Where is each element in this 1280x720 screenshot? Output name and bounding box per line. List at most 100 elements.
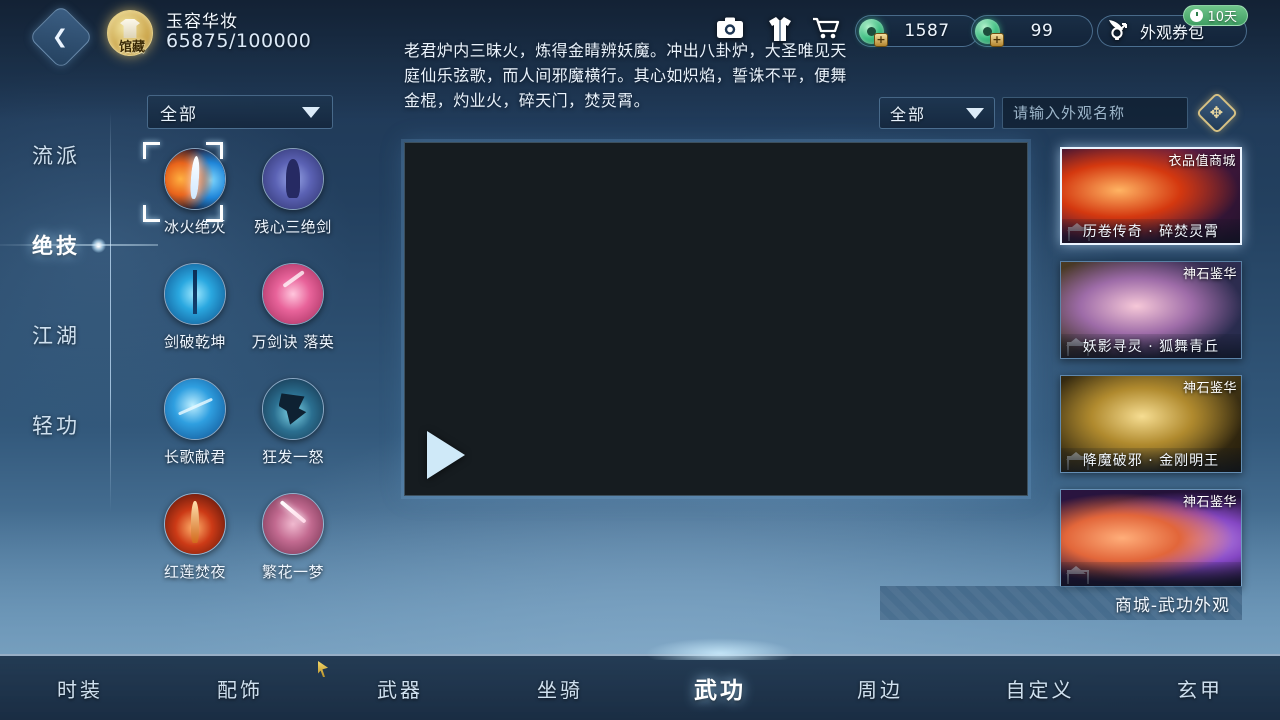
tab-label: 周边 [857, 677, 903, 702]
back-button[interactable]: ❮ [28, 4, 94, 70]
shop-card[interactable]: 神石鉴华 妖影寻灵 · 狐舞青丘 [1060, 261, 1242, 359]
skill-item[interactable]: 剑破乾坤 [147, 263, 243, 352]
currency-jade[interactable]: + 1587 [855, 15, 979, 47]
cart-icon[interactable] [812, 16, 840, 44]
shop-card[interactable]: 神石鉴华 [1060, 489, 1242, 587]
tab-label: 自定义 [1005, 677, 1075, 702]
jade-token-icon: + [975, 18, 1004, 47]
search-box[interactable] [1002, 97, 1188, 129]
shop-banner: 商城-武功外观 [880, 586, 1242, 620]
skill-label: 长歌献君 [163, 448, 226, 466]
camera-icon[interactable] [716, 16, 744, 44]
skill-label: 狂发一怒 [261, 448, 324, 466]
tab-label: 坐骑 [537, 677, 583, 702]
skill-icon [164, 493, 226, 555]
play-icon[interactable] [427, 431, 465, 479]
skill-label: 万剑诀 落英 [251, 333, 335, 351]
tab-label: 玄甲 [1177, 677, 1223, 702]
shop-card[interactable]: 神石鉴华 降魔破邪 · 金刚明王 [1060, 375, 1242, 473]
header-bar: ❮ 馆藏 玉容华妆 65875/100000 + 1587 + 99 外观券包 … [0, 0, 1280, 70]
skill-label: 红莲焚夜 [163, 563, 226, 581]
sidebar-item-skills[interactable]: 绝技 [0, 200, 158, 290]
bottom-nav: 时装 配饰 武器 坐骑 武功 周边 自定义 玄甲 [0, 638, 1280, 720]
shop-card[interactable]: 衣品值商城 历卷传奇 · 碎焚灵霄 [1060, 147, 1242, 245]
sidebar-item-label: 轻功 [32, 414, 80, 438]
sidebar-item-label: 绝技 [32, 234, 80, 258]
tab-label: 配饰 [217, 677, 263, 702]
skill-icon [164, 263, 226, 325]
collection-badge[interactable]: 馆藏 [104, 10, 160, 56]
card-tag: 神石鉴华 [1182, 381, 1237, 396]
skill-item[interactable]: 残心三绝剑 [245, 148, 341, 237]
skill-item[interactable]: 狂发一怒 [245, 378, 341, 467]
skill-item[interactable]: 繁花一梦 [245, 493, 341, 582]
sidebar-item-label: 江湖 [32, 324, 80, 348]
sparkle-icon [91, 238, 106, 253]
page-title: 玉容华妆 [166, 12, 238, 32]
tab-weapons[interactable]: 武器 [320, 674, 480, 703]
tab-label: 武功 [694, 678, 746, 704]
tab-martial-arts[interactable]: 武功 [640, 638, 800, 705]
skill-icon [262, 378, 324, 440]
tab-mounts[interactable]: 坐骑 [480, 674, 640, 703]
voucher-timer-badge: 10天 [1183, 5, 1248, 26]
collection-badge-label: 馆藏 [118, 40, 145, 55]
skill-filter-dropdown[interactable]: 全部 [147, 95, 333, 129]
tab-armor[interactable]: 玄甲 [1120, 674, 1280, 703]
card-tag: 衣品值商城 [1168, 154, 1236, 169]
tab-custom[interactable]: 自定义 [960, 674, 1120, 703]
card-title: 妖影寻灵 · 狐舞青丘 [1061, 334, 1241, 358]
video-preview-panel[interactable] [404, 142, 1028, 496]
card-title: 历卷传奇 · 碎焚灵霄 [1062, 219, 1240, 243]
currency-token[interactable]: + 99 [971, 15, 1093, 47]
add-token-icon[interactable]: + [990, 32, 1004, 47]
skill-label: 残心三绝剑 [254, 218, 332, 236]
sidebar-item-school[interactable]: 流派 [0, 110, 112, 200]
skill-icon [164, 378, 226, 440]
search-input[interactable] [1013, 104, 1177, 122]
currency-jade-value: 1587 [904, 21, 950, 41]
skill-icon [262, 148, 324, 210]
skill-filter-label: 全部 [160, 104, 198, 125]
skill-item[interactable]: 长歌献君 [147, 378, 243, 467]
voucher-pack-button[interactable]: 外观券包 10天 [1097, 5, 1248, 47]
sidebar-item-label: 流派 [32, 144, 80, 168]
voucher-timer-text: 10天 [1207, 10, 1237, 25]
skill-label: 繁花一梦 [261, 563, 324, 581]
shop-filter-dropdown[interactable]: 全部 [879, 97, 995, 129]
jade-icon: + [859, 18, 888, 47]
skill-grid: 冰火绝灭 残心三绝剑 剑破乾坤 万剑诀 落英 长歌献君 狂发一怒 红莲焚夜 繁花… [143, 142, 341, 582]
card-title: 降魔破邪 · 金刚明王 [1061, 448, 1241, 472]
skill-icon [164, 148, 226, 210]
sidebar-item-world[interactable]: 江湖 [0, 290, 112, 380]
back-arrow-icon: ❮ [52, 25, 68, 48]
clock-icon [1190, 9, 1204, 22]
collection-progress: 65875/100000 [166, 30, 312, 52]
add-currency-icon[interactable]: + [874, 32, 888, 47]
currency-token-value: 99 [1030, 21, 1054, 41]
search-icon: ✥ [1209, 103, 1224, 122]
tab-accessories[interactable]: 配饰 [160, 674, 320, 703]
gender-symbols-icon [1106, 18, 1134, 44]
skill-item[interactable]: 冰火绝灭 [143, 142, 243, 237]
card-tag: 神石鉴华 [1182, 495, 1237, 510]
shop-card-list: 衣品值商城 历卷传奇 · 碎焚灵霄 神石鉴华 妖影寻灵 · 狐舞青丘 神石鉴华 … [1060, 147, 1242, 603]
sidebar-item-movement[interactable]: 轻功 [0, 380, 112, 470]
shop-filter-label: 全部 [890, 105, 927, 124]
skill-item[interactable]: 红莲焚夜 [147, 493, 243, 582]
tab-label: 武器 [377, 677, 423, 702]
tab-label: 时装 [57, 677, 103, 702]
chevron-down-icon [302, 106, 320, 118]
sidebar-nav: 流派 绝技 江湖 轻功 [0, 110, 158, 470]
chevron-down-icon [966, 107, 984, 119]
skill-label: 剑破乾坤 [163, 333, 226, 351]
skill-icon [262, 263, 324, 325]
wardrobe-icon[interactable] [766, 16, 794, 46]
card-title [1061, 562, 1241, 586]
search-button[interactable]: ✥ [1195, 91, 1239, 135]
tab-fashion[interactable]: 时装 [0, 674, 160, 703]
skill-icon [262, 493, 324, 555]
tab-peripherals[interactable]: 周边 [800, 674, 960, 703]
card-tag: 神石鉴华 [1182, 267, 1237, 282]
skill-item[interactable]: 万剑诀 落英 [245, 263, 341, 352]
